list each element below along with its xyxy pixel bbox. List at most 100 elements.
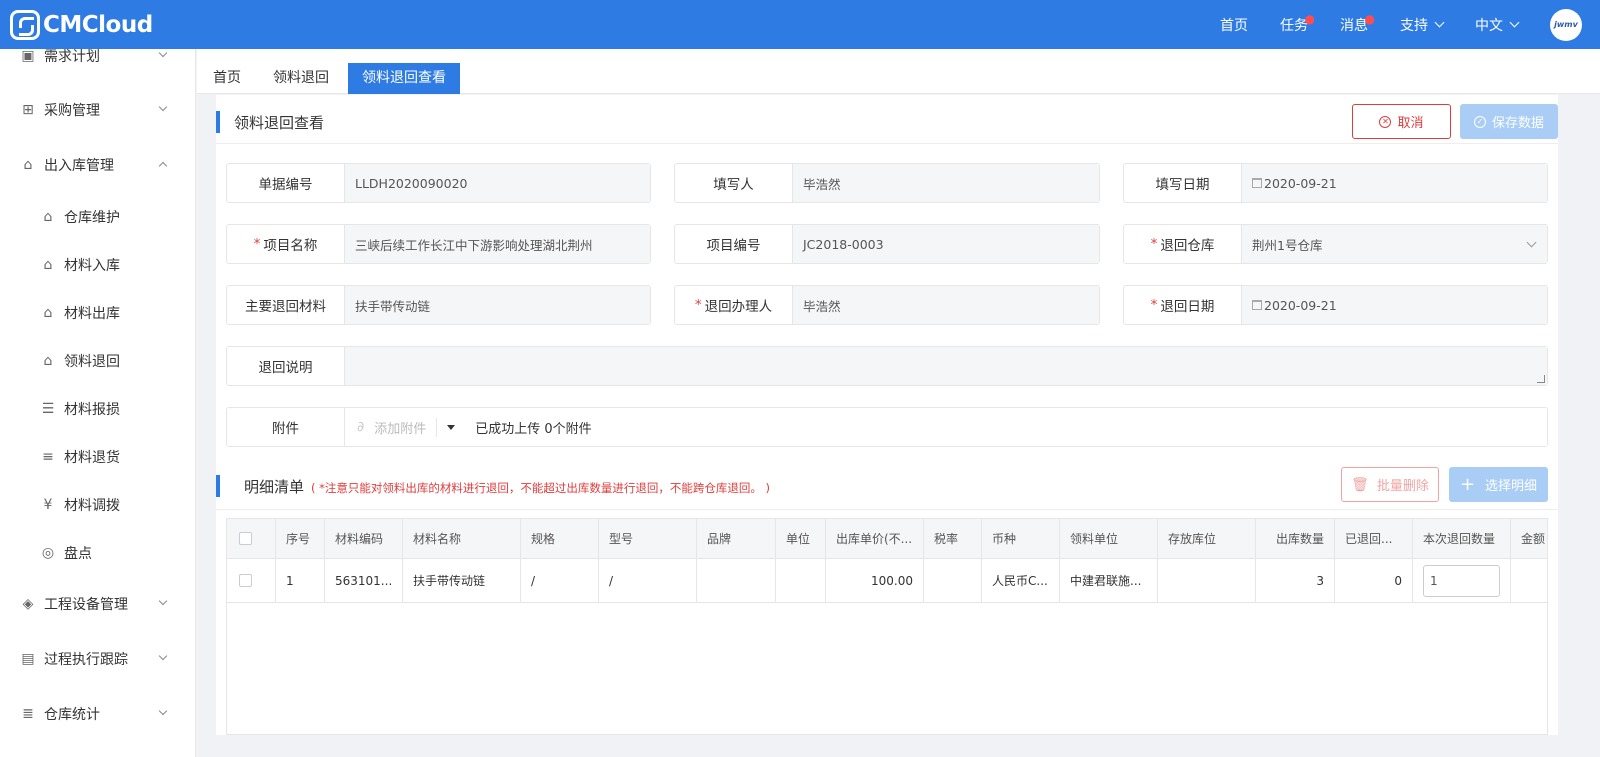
row-checkbox[interactable] [239, 574, 252, 587]
col-header: 领料单位 [1060, 519, 1158, 558]
write-date-field: 填写日期 2020-09-21 [1123, 163, 1548, 203]
sidebar-item-refund[interactable]: ≡ 材料退货 [0, 442, 195, 472]
inbound-icon: ⌂ [43, 257, 53, 273]
sidebar-item-equipment[interactable]: ◈ 工程设备管理 [0, 589, 195, 619]
main-material-label: 主要退回材料 [227, 286, 345, 324]
tab-home[interactable]: 首页 [199, 63, 255, 94]
main-material-value[interactable]: 扶手带传动链 [345, 286, 650, 324]
return-qty-cell: 1 [1413, 559, 1511, 602]
language-select[interactable]: 中文 [1475, 15, 1520, 35]
nav-home[interactable]: 首页 [1220, 15, 1248, 35]
tab-bar: 首页 领料退回 领料退回查看 [197, 49, 1600, 94]
return-warehouse-label-text: 退回仓库 [1160, 238, 1215, 254]
table-cell: 中建君联施... [1060, 559, 1158, 602]
doc-no-value[interactable]: LLDH2020090020 [345, 164, 650, 202]
sidebar-item-transfer[interactable]: ¥ 材料调拨 [0, 490, 195, 520]
chevron-up-icon [158, 161, 168, 171]
required-mark: * [1150, 236, 1158, 252]
col-header: 币种 [982, 519, 1060, 558]
project-no-value[interactable]: JC2018-0003 [793, 225, 1099, 263]
sidebar: ▣ 需求计划 ⊞ 采购管理 ⌂ 出入库管理 ⌂ 仓库维护 ⌂ 材料入库 ⌂ 材料… [0, 49, 196, 757]
header-checkbox-cell [227, 519, 276, 558]
track-icon: ▤ [21, 651, 35, 667]
chevron-down-icon [158, 49, 168, 58]
caret-down-icon[interactable] [447, 424, 456, 430]
sidebar-item-tracking[interactable]: ▤ 过程执行跟踪 [0, 644, 195, 674]
doc-no-field: 单据编号 LLDH2020090020 [226, 163, 651, 203]
detail-accent-bar [216, 475, 220, 497]
batch-delete-button[interactable]: 🗑 批量删除 [1341, 467, 1439, 502]
sidebar-item-return[interactable]: ⌂ 领料退回 [0, 346, 195, 376]
add-attachment-button[interactable]: ∂ 添加附件 [357, 417, 438, 437]
project-name-value[interactable]: 三峡后续工作长江中下游影响处理湖北荆州 [345, 225, 650, 263]
nav-support-label: 支持 [1400, 17, 1428, 34]
handler-label: * 退回办理人 [675, 286, 793, 324]
remark-textarea[interactable] [345, 347, 1547, 385]
table-cell: 扶手带传动链 [403, 559, 521, 602]
attachment-field: 附件 ∂ 添加附件 已成功上传 0个附件 [226, 407, 1548, 447]
sidebar-item-inout[interactable]: ⌂ 出入库管理 [0, 150, 195, 180]
project-name-field: * 项目名称 三峡后续工作长江中下游影响处理湖北荆州 [226, 224, 651, 264]
top-nav: 首页 任务 ● 消息 ● 支持 中文 jwmv [1220, 0, 1600, 49]
sidebar-item-label: 材料退货 [64, 450, 120, 466]
save-button[interactable]: ✓ 保存数据 [1460, 104, 1558, 139]
return-icon: ⌂ [43, 353, 53, 369]
sidebar-item-stats[interactable]: ≣ 仓库统计 [0, 699, 195, 729]
return-date-input[interactable]: 2020-09-21 [1242, 286, 1547, 324]
choose-detail-button[interactable]: + 选择明细 [1449, 467, 1548, 502]
stats-icon: ≣ [22, 706, 34, 722]
sidebar-item-inbound[interactable]: ⌂ 材料入库 [0, 250, 195, 280]
cancel-button-label: 取消 [1397, 116, 1424, 131]
save-button-label: 保存数据 [1491, 116, 1544, 131]
sidebar-item-label: 工程设备管理 [44, 597, 128, 613]
avatar[interactable]: jwmv [1550, 8, 1582, 41]
org-icon: ⊞ [22, 102, 34, 118]
sidebar-item-label: 出入库管理 [44, 158, 114, 174]
tab-return[interactable]: 领料退回 [259, 63, 343, 94]
select-all-checkbox[interactable] [239, 532, 252, 545]
clipboard-icon: ▣ [21, 49, 35, 64]
trash-icon: 🗑 [1351, 476, 1369, 493]
nav-support[interactable]: 支持 [1400, 15, 1445, 35]
chevron-down-icon [158, 651, 168, 661]
return-warehouse-select[interactable]: 荆州1号仓库 [1242, 225, 1547, 263]
batch-delete-label: 批量删除 [1376, 479, 1429, 494]
nav-messages[interactable]: 消息 ● [1340, 12, 1375, 35]
sidebar-item-demand-plan[interactable]: ▣ 需求计划 [0, 49, 195, 71]
sidebar-item-outbound[interactable]: ⌂ 材料出库 [0, 298, 195, 328]
return-date-value: 2020-09-21 [1264, 297, 1337, 313]
required-mark: * [694, 297, 702, 313]
write-date-label: 填写日期 [1124, 164, 1242, 202]
row-checkbox-cell [227, 559, 276, 602]
handler-value[interactable]: 毕浩然 [793, 286, 1099, 324]
sidebar-item-damage[interactable]: ☰ 材料报损 [0, 394, 195, 424]
choose-detail-label: 选择明细 [1485, 479, 1538, 494]
sidebar-item-inventory[interactable]: ◎ 盘点 [0, 538, 195, 568]
table-cell: 563101... [325, 559, 403, 602]
sidebar-item-label: 仓库统计 [44, 707, 100, 723]
handler-label-text: 退回办理人 [704, 299, 773, 315]
col-header: 出库数量 [1256, 519, 1335, 558]
nav-tasks[interactable]: 任务 ● [1280, 12, 1315, 35]
logo[interactable]: CMCloud [10, 9, 153, 41]
tab-return-view[interactable]: 领料退回查看 [348, 63, 460, 94]
project-no-label: 项目编号 [675, 225, 793, 263]
return-qty-input[interactable]: 1 [1423, 564, 1500, 597]
warehouse-icon: ⌂ [23, 157, 33, 173]
unread-dot-icon: ● [1364, 11, 1375, 26]
plus-icon: + [1459, 473, 1476, 495]
cancel-button[interactable]: ✕ 取消 [1352, 104, 1451, 139]
resize-handle-icon[interactable] [1537, 375, 1545, 383]
house-icon: ⌂ [43, 209, 53, 225]
database-icon: ◎ [41, 545, 55, 561]
return-warehouse-field: * 退回仓库 荆州1号仓库 [1123, 224, 1548, 264]
chevron-down-icon [158, 706, 168, 716]
required-mark: * [1150, 297, 1158, 313]
write-date-input[interactable]: 2020-09-21 [1242, 164, 1547, 202]
sidebar-item-label: 材料出库 [64, 306, 120, 322]
table-row[interactable]: 1 563101... 扶手带传动链 / / 100.00 人民币C... 中建… [227, 559, 1547, 603]
sidebar-item-purchase[interactable]: ⊞ 采购管理 [0, 95, 195, 125]
sidebar-item-warehouse-maint[interactable]: ⌂ 仓库维护 [0, 202, 195, 232]
writer-value[interactable]: 毕浩然 [793, 164, 1099, 202]
detail-title: 明细清单 [244, 478, 305, 496]
